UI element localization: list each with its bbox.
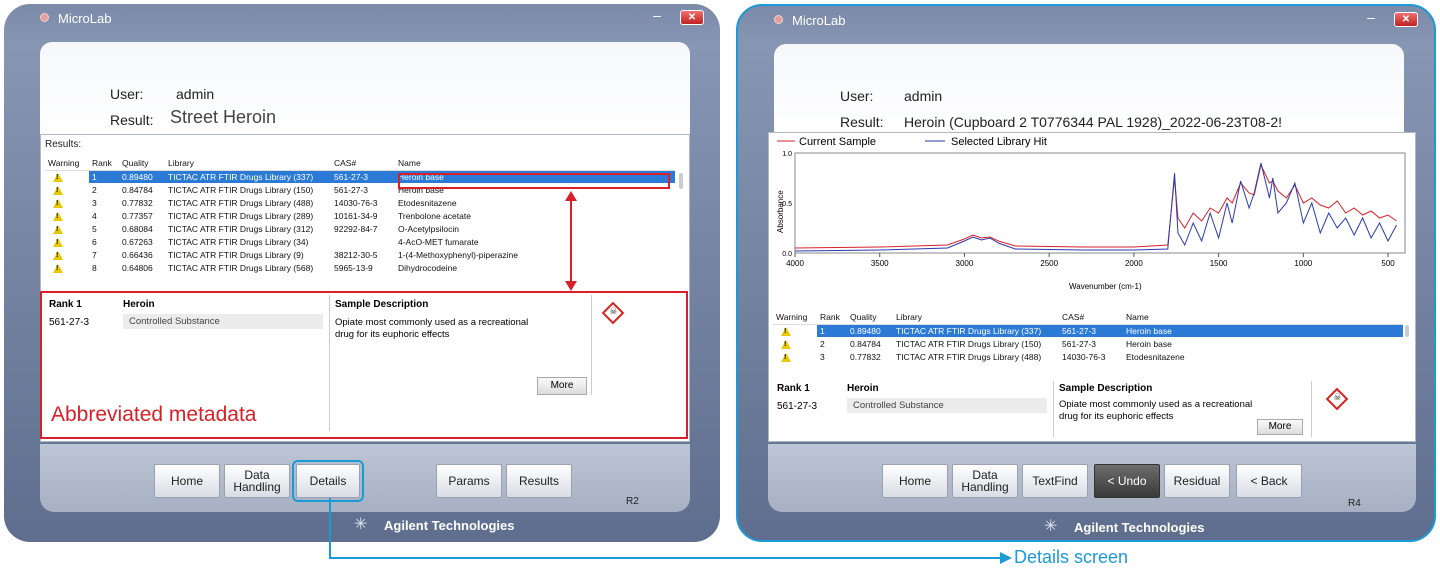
details-screen-callout: Details screen <box>1014 547 1129 567</box>
stage: MicroLab – ✕ User: admin Result: Street … <box>0 0 1440 568</box>
callout-connector <box>329 498 1012 564</box>
